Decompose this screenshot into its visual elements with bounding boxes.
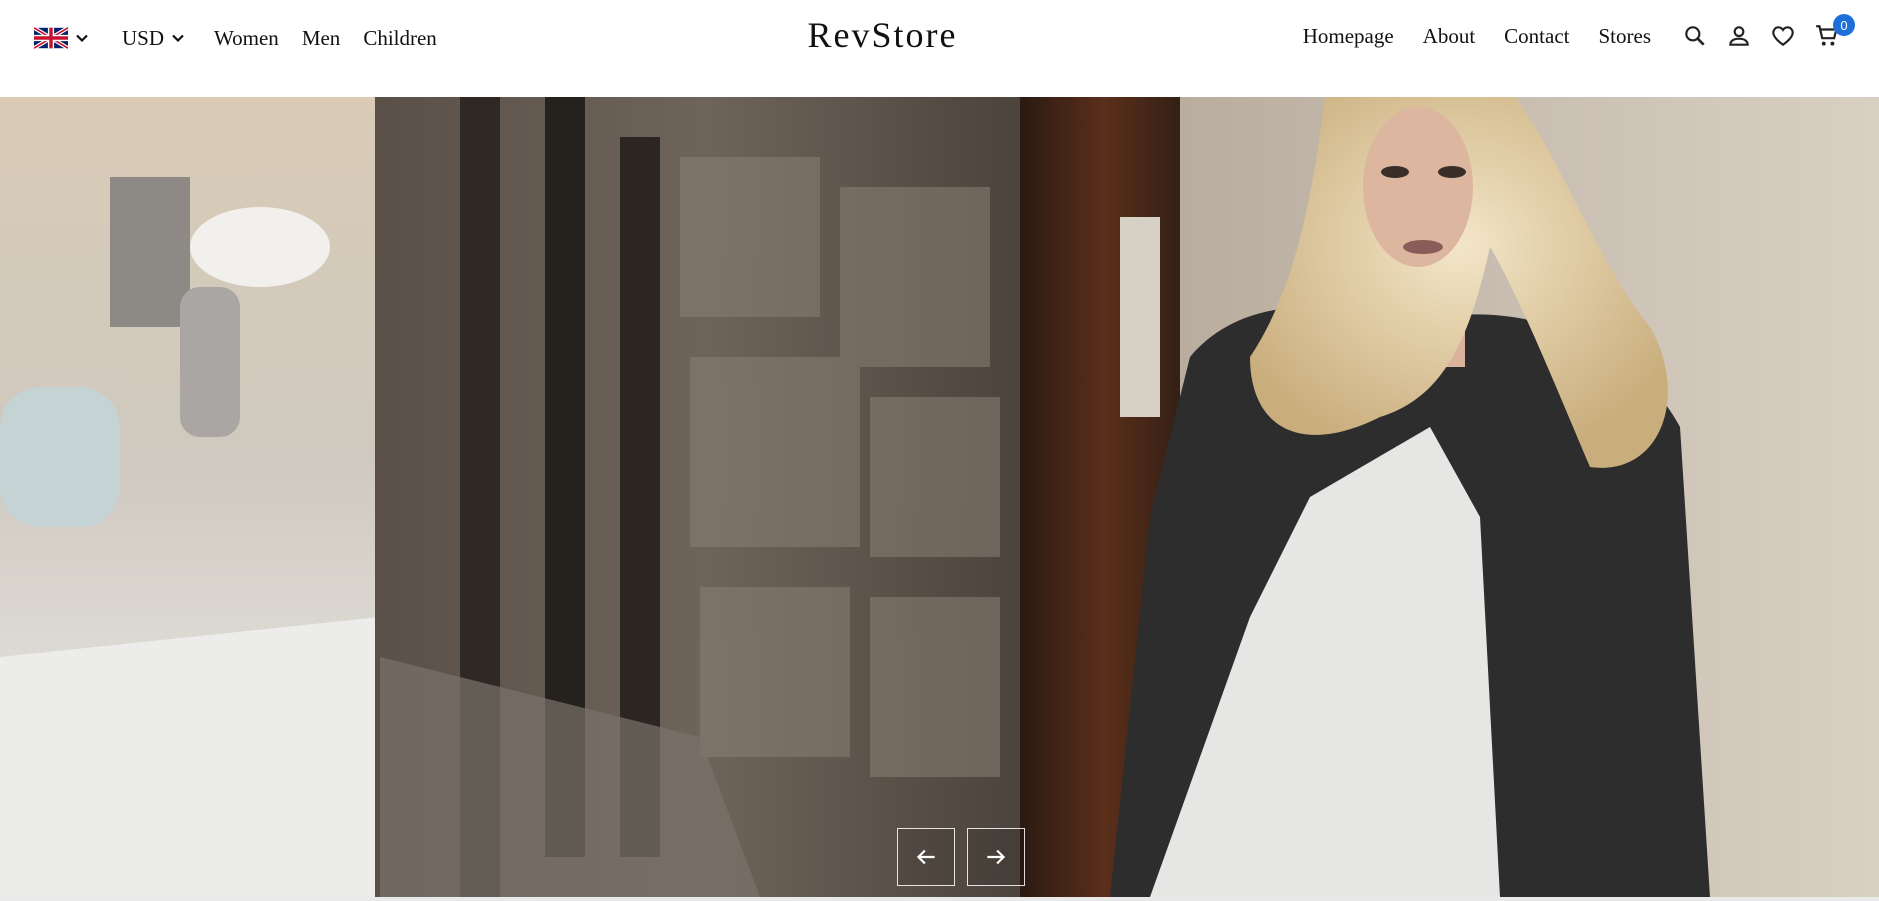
wishlist-button[interactable] <box>1769 22 1797 50</box>
hero-slider <box>0 97 1879 897</box>
header-icons: 0 <box>1681 14 1855 50</box>
header-right: Homepage About Contact Stores 0 <box>1303 14 1855 56</box>
slider-prev-button[interactable] <box>897 828 955 886</box>
arrow-right-icon <box>987 849 1006 865</box>
search-icon <box>1685 26 1705 46</box>
user-icon <box>1729 26 1749 46</box>
nav-link-contact[interactable]: Contact <box>1504 24 1569 49</box>
hero-bottom-edge <box>0 897 1879 901</box>
nav-link-stores[interactable]: Stores <box>1599 24 1652 49</box>
cart-button[interactable]: 0 <box>1813 14 1855 50</box>
hero-image <box>0 97 1879 897</box>
nav-link-about[interactable]: About <box>1423 24 1476 49</box>
site-header: USD Women Men Children RevStore Homepage… <box>0 0 1879 97</box>
heart-icon <box>1772 26 1794 46</box>
account-button[interactable] <box>1725 22 1753 50</box>
main-nav: Homepage About Contact Stores <box>1303 24 1681 49</box>
cart-count-badge: 0 <box>1833 14 1855 36</box>
nav-link-homepage[interactable]: Homepage <box>1303 24 1394 49</box>
arrow-left-icon <box>916 849 935 865</box>
slider-next-button[interactable] <box>967 828 1025 886</box>
search-button[interactable] <box>1681 22 1709 50</box>
